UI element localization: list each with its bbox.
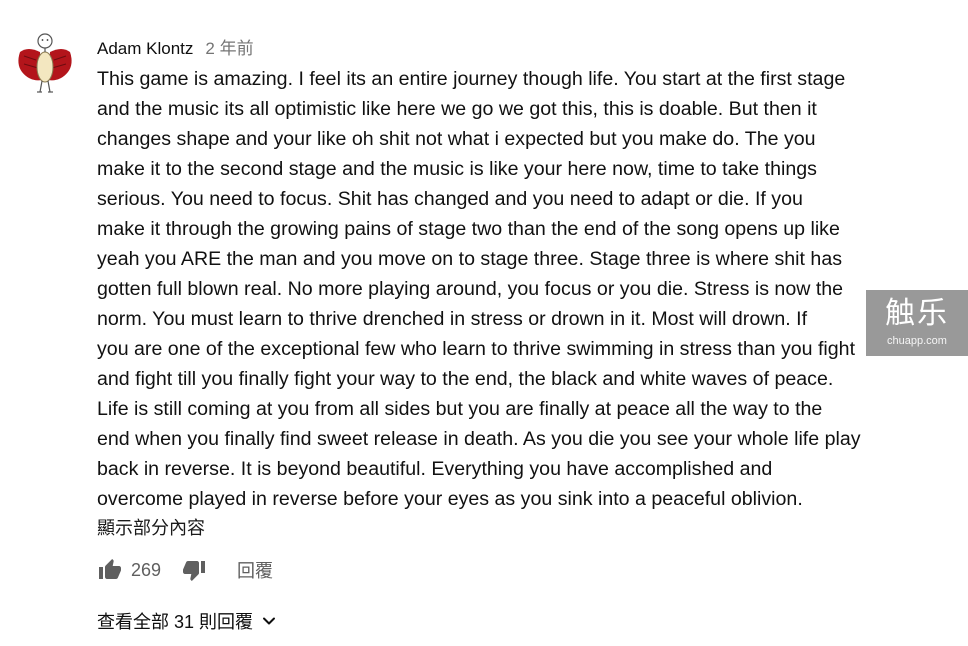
dislike-button[interactable] (181, 557, 207, 583)
view-replies-label: 查看全部 31 則回覆 (97, 612, 254, 632)
comment-line: serious. You need to focus. Shit has cha… (97, 188, 803, 210)
comment-line: changes shape and your like oh shit not … (97, 128, 816, 150)
comment-timestamp[interactable]: 2 年前 (205, 34, 253, 59)
comment-header: Adam Klontz 2 年前 (97, 34, 254, 59)
comment-actions: 269 回覆 (97, 556, 273, 584)
chevron-down-icon (261, 613, 277, 629)
comment-line: yeah you ARE the man and you move on to … (97, 248, 843, 270)
comment-line: norm. You must learn to thrive drenched … (97, 308, 808, 330)
thumbs-up-icon (99, 559, 121, 579)
reply-button[interactable]: 回覆 (237, 557, 273, 583)
comment-line: back in reverse. It is beyond beautiful.… (97, 458, 773, 480)
comment-line: This game is amazing. I feel its an enti… (97, 68, 846, 90)
show-more-button[interactable]: 顯示部分內容 (97, 514, 205, 540)
watermark-logo: 触乐 chuapp.com (866, 290, 968, 356)
comment-line: Life is still coming at you from all sid… (97, 398, 823, 420)
comment-line: gotten full blown real. No more playing … (97, 278, 844, 300)
watermark-sub: chuapp.com (887, 335, 947, 347)
view-replies-button[interactable]: 查看全部 31 則回覆 (97, 608, 277, 634)
author-name[interactable]: Adam Klontz (97, 39, 193, 59)
avatar[interactable] (14, 30, 76, 96)
comment-line: make it through the growing pains of sta… (97, 218, 840, 240)
comment-line: and the music its all optimistic like he… (97, 98, 817, 120)
like-count: 269 (131, 559, 162, 580)
thumbs-down-icon (183, 561, 206, 581)
comment-line: overcome played in reverse before your e… (97, 488, 803, 510)
comment-line: you are one of the exceptional few who l… (97, 338, 856, 360)
comment-text: This game is amazing. I feel its an enti… (97, 64, 917, 514)
comment-line: make it to the second stage and the musi… (97, 158, 817, 180)
watermark-main: 触乐 (885, 297, 949, 330)
comment-line: and fight till you finally fight your wa… (97, 368, 834, 390)
avatar-drawing (18, 33, 72, 93)
comment-line: end when you finally find sweet release … (97, 428, 861, 450)
like-button[interactable] (97, 557, 123, 583)
